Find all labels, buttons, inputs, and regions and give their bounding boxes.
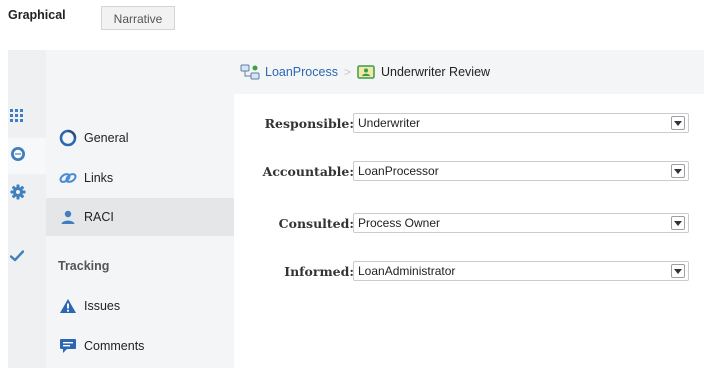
raci-form: Responsible: Underwriter Accountable: Lo… [234, 94, 704, 368]
nav-label-general: General [84, 131, 129, 145]
side-icon-rail [8, 50, 47, 368]
chevron-down-icon[interactable] [671, 216, 685, 230]
consulted-label: Consulted: [278, 216, 354, 231]
nav-label-issues: Issues [84, 299, 121, 313]
responsible-value: Underwriter [358, 116, 421, 130]
breadcrumb-current: Underwriter Review [380, 65, 491, 79]
process-icon [240, 64, 260, 80]
tab-narrative[interactable]: Narrative [101, 6, 175, 30]
warning-icon [58, 296, 78, 316]
link-icon [58, 168, 78, 188]
view-tabbar: Graphical Narrative [0, 0, 704, 40]
accountable-select[interactable]: LoanProcessor [353, 161, 689, 181]
tracking-heading: Tracking [58, 259, 110, 273]
breadcrumb-bar: LoanProcess > Underwriter Review [234, 50, 704, 94]
nav-item-raci[interactable]: RACI [46, 198, 234, 236]
nav-item-links[interactable]: Links [46, 162, 234, 194]
nav-label-links: Links [84, 171, 114, 185]
responsible-label: Responsible: [264, 116, 354, 131]
accountable-row: Accountable: LoanProcessor [234, 161, 704, 183]
informed-value: LoanAdministrator [358, 264, 456, 278]
chevron-down-icon[interactable] [671, 116, 685, 130]
nav-item-issues[interactable]: Issues [46, 290, 234, 322]
rail-grid-button[interactable] [8, 100, 46, 136]
nav-item-general[interactable]: General [46, 122, 234, 154]
nav-label-comments: Comments [84, 339, 145, 353]
chevron-down-icon[interactable] [671, 264, 685, 278]
responsible-select[interactable]: Underwriter [353, 113, 689, 133]
rail-check-button[interactable] [8, 240, 46, 276]
informed-select[interactable]: LoanAdministrator [353, 261, 689, 281]
breadcrumb-process-link[interactable]: LoanProcess [265, 65, 338, 79]
breadcrumb-separator-icon: > [343, 65, 351, 79]
refresh-icon [58, 128, 78, 148]
consulted-select[interactable]: Process Owner [353, 213, 689, 233]
tab-graphical[interactable]: Graphical [8, 8, 66, 22]
nav-label-raci: RACI [84, 210, 114, 224]
chevron-down-icon[interactable] [671, 164, 685, 178]
gear-icon [8, 184, 26, 205]
comment-icon [8, 146, 26, 167]
activity-icon [357, 64, 375, 80]
informed-row: Informed: LoanAdministrator [234, 261, 704, 283]
accountable-label: Accountable: [262, 164, 354, 179]
nav-header-tracking: Tracking [46, 250, 234, 282]
accountable-value: LoanProcessor [358, 164, 439, 178]
informed-label: Informed: [284, 264, 354, 279]
chat-icon [58, 336, 78, 356]
consulted-value: Process Owner [358, 216, 441, 230]
responsible-row: Responsible: Underwriter [234, 113, 704, 135]
rail-comment-button[interactable] [8, 138, 46, 174]
breadcrumb: LoanProcess > Underwriter Review [240, 50, 490, 94]
person-icon [58, 207, 78, 227]
check-icon [8, 249, 25, 268]
grid-icon [8, 108, 24, 128]
nav-item-comments[interactable]: Comments [46, 330, 234, 362]
consulted-row: Consulted: Process Owner [234, 213, 704, 235]
rail-settings-button[interactable] [8, 176, 46, 212]
section-nav-panel: General Links RACI Tracking Issues Comme… [46, 50, 235, 368]
